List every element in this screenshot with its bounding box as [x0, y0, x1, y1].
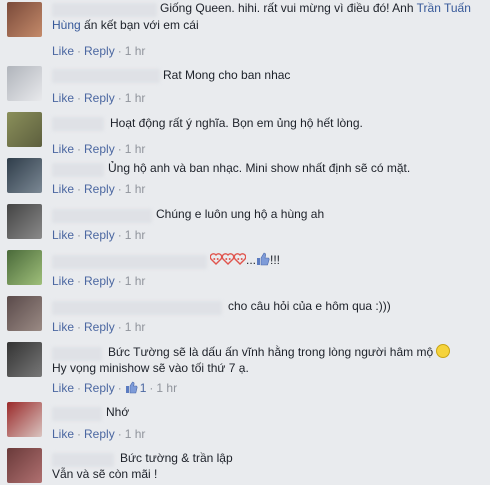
- like-count-icon[interactable]: [125, 381, 138, 394]
- commenter-name[interactable]: [52, 301, 222, 315]
- avatar[interactable]: [7, 66, 42, 101]
- avatar[interactable]: [7, 204, 42, 239]
- reply-button[interactable]: Reply: [84, 228, 115, 242]
- timestamp[interactable]: 1 hr: [125, 228, 146, 242]
- timestamp[interactable]: 1 hr: [125, 44, 146, 58]
- avatar[interactable]: [7, 250, 42, 285]
- like-button[interactable]: Like: [52, 274, 74, 288]
- like-button[interactable]: Like: [52, 381, 74, 395]
- comment-actions: Like · Reply · 1 hr: [52, 274, 146, 288]
- timestamp[interactable]: 1 hr: [125, 320, 146, 334]
- comment-text-line2: Vẫn và sẽ còn mãi !: [52, 467, 158, 481]
- commenter-name[interactable]: [52, 453, 114, 467]
- like-button[interactable]: Like: [52, 44, 74, 58]
- smile-emoji-icon: [436, 344, 451, 358]
- heart-eyes-icon: [210, 253, 222, 265]
- comment-actions: Like · Reply · 1 hr: [52, 228, 146, 242]
- thumbs-up-icon: [257, 252, 270, 266]
- commenter-name[interactable]: [52, 163, 104, 177]
- comment-actions: Like · Reply · 1 hr: [52, 320, 146, 334]
- timestamp[interactable]: 1 hr: [156, 381, 177, 395]
- comment-text: Ủng hộ anh và ban nhạc. Mini show nhất đ…: [108, 161, 411, 175]
- comment-actions: Like · Reply · 1 · 1 hr: [52, 381, 178, 395]
- commenter-name[interactable]: [52, 117, 104, 131]
- like-count[interactable]: 1: [140, 381, 147, 395]
- avatar[interactable]: [7, 342, 42, 377]
- avatar[interactable]: [7, 2, 42, 37]
- reply-button[interactable]: Reply: [84, 381, 115, 395]
- reply-button[interactable]: Reply: [84, 44, 115, 58]
- comment-text: Nhớ: [106, 405, 130, 419]
- reply-button[interactable]: Reply: [84, 320, 115, 334]
- like-button[interactable]: Like: [52, 182, 74, 196]
- commenter-name[interactable]: [52, 69, 160, 83]
- like-button[interactable]: Like: [52, 142, 74, 156]
- avatar[interactable]: [7, 296, 42, 331]
- like-button[interactable]: Like: [52, 427, 74, 441]
- comment-text: Chúng e luôn ung hộ a hùng ah: [156, 207, 325, 221]
- avatar[interactable]: [7, 402, 42, 437]
- comment-text: cho câu hỏi của e hôm qua :))): [228, 299, 391, 313]
- commenter-name[interactable]: [52, 209, 152, 223]
- avatar[interactable]: [7, 448, 42, 483]
- like-button[interactable]: Like: [52, 91, 74, 105]
- comment-actions: Like · Reply · 1 hr: [52, 182, 146, 196]
- avatar[interactable]: [7, 158, 42, 193]
- timestamp[interactable]: 1 hr: [125, 427, 146, 441]
- comment-text: Hoạt động rất ý nghĩa. Bọn em ủng hộ hết…: [110, 116, 363, 130]
- comment-text: Rat Mong cho ban nhac: [163, 68, 291, 82]
- like-button[interactable]: Like: [52, 228, 74, 242]
- timestamp[interactable]: 1 hr: [125, 274, 146, 288]
- comment-actions: Like · Reply · 1 hr: [52, 427, 146, 441]
- comment-text: ...!!!: [210, 252, 280, 269]
- mention-link[interactable]: Hùng: [52, 18, 81, 32]
- like-button[interactable]: Like: [52, 320, 74, 334]
- timestamp[interactable]: 1 hr: [125, 182, 146, 196]
- comment-text-line2: Hy vọng minishow sẽ vào tối thứ 7 ạ.: [52, 361, 249, 375]
- reply-button[interactable]: Reply: [84, 274, 115, 288]
- reply-button[interactable]: Reply: [84, 142, 115, 156]
- heart-eyes-icon: [222, 253, 234, 265]
- reply-button[interactable]: Reply: [84, 427, 115, 441]
- comment-text: Bức Tường sẽ là dấu ấn vĩnh hằng trong l…: [108, 344, 451, 361]
- heart-eyes-icon: [234, 253, 246, 265]
- reply-button[interactable]: Reply: [84, 182, 115, 196]
- timestamp[interactable]: 1 hr: [125, 91, 146, 105]
- mention-link[interactable]: Trần Tuấn: [417, 1, 471, 15]
- commenter-name[interactable]: [52, 3, 157, 17]
- comment-text: Bức tường & trần lập: [120, 451, 233, 465]
- comment-actions: Like · Reply · 1 hr: [52, 44, 146, 58]
- comment-actions: Like · Reply · 1 hr: [52, 142, 146, 156]
- timestamp[interactable]: 1 hr: [125, 142, 146, 156]
- comment-actions: Like · Reply · 1 hr: [52, 91, 146, 105]
- commenter-name[interactable]: [52, 255, 207, 269]
- comment-text-line2: Hùng ấn kết bạn với em cái: [52, 18, 199, 32]
- reply-button[interactable]: Reply: [84, 91, 115, 105]
- commenter-name[interactable]: [52, 347, 102, 361]
- commenter-name[interactable]: [52, 407, 102, 421]
- comment-text: Giống Queen. hihi. rất vui mừng vì điều …: [160, 1, 471, 15]
- avatar[interactable]: [7, 112, 42, 147]
